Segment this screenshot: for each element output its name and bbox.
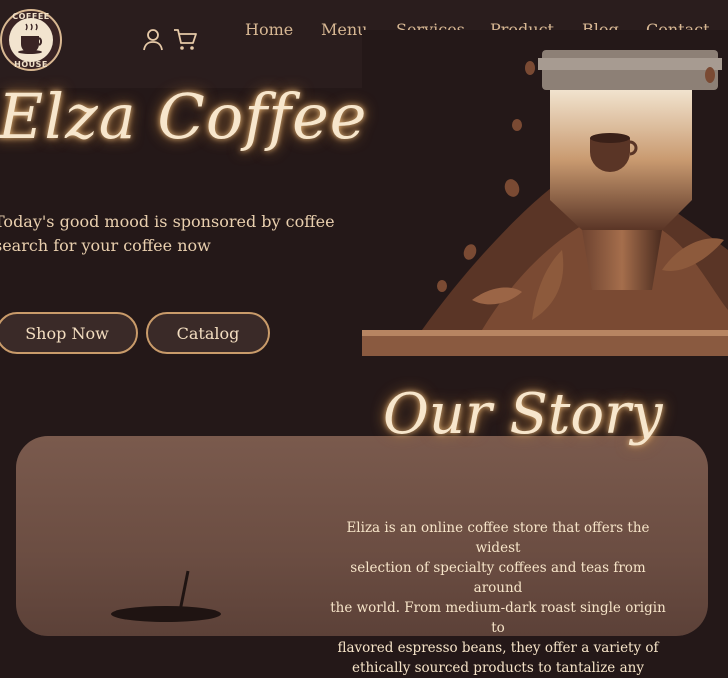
user-icon[interactable] — [140, 26, 166, 52]
shop-now-button[interactable]: Shop Now — [0, 312, 138, 354]
logo-bottom-text: HOUSE — [14, 60, 48, 69]
story-line-2: selection of specialty coffees and teas … — [350, 560, 646, 596]
logo-top-text: COFFEE — [12, 12, 50, 21]
tagline-line-1: Today's good mood is sponsored by coffee — [0, 212, 335, 231]
story-line-5: ethically sourced products to tantalize … — [352, 660, 644, 676]
story-text: Eliza is an online coffee store that off… — [326, 518, 670, 678]
story-line-3: the world. From medium-dark roast single… — [330, 600, 666, 636]
nav-menu[interactable]: Menu — [321, 20, 367, 39]
nav-home[interactable]: Home — [245, 20, 293, 39]
cart-icon[interactable] — [172, 26, 198, 52]
hero-title: Elza Coffee — [0, 80, 368, 153]
story-title: Our Story — [383, 382, 663, 447]
story-line-1: Eliza is an online coffee store that off… — [346, 520, 650, 556]
coffee-grinder-illustration — [362, 30, 728, 356]
story-line-4: flavored espresso beans, they offer a va… — [337, 640, 659, 656]
catalog-button[interactable]: Catalog — [146, 312, 270, 354]
logo[interactable]: COFFEE HOUSE — [0, 6, 62, 72]
hero-tagline: Today's good mood is sponsored by coffee… — [0, 210, 335, 258]
tagline-line-2: search for your coffee now — [0, 236, 211, 255]
coffee-house-logo-icon: COFFEE HOUSE — [0, 9, 62, 71]
